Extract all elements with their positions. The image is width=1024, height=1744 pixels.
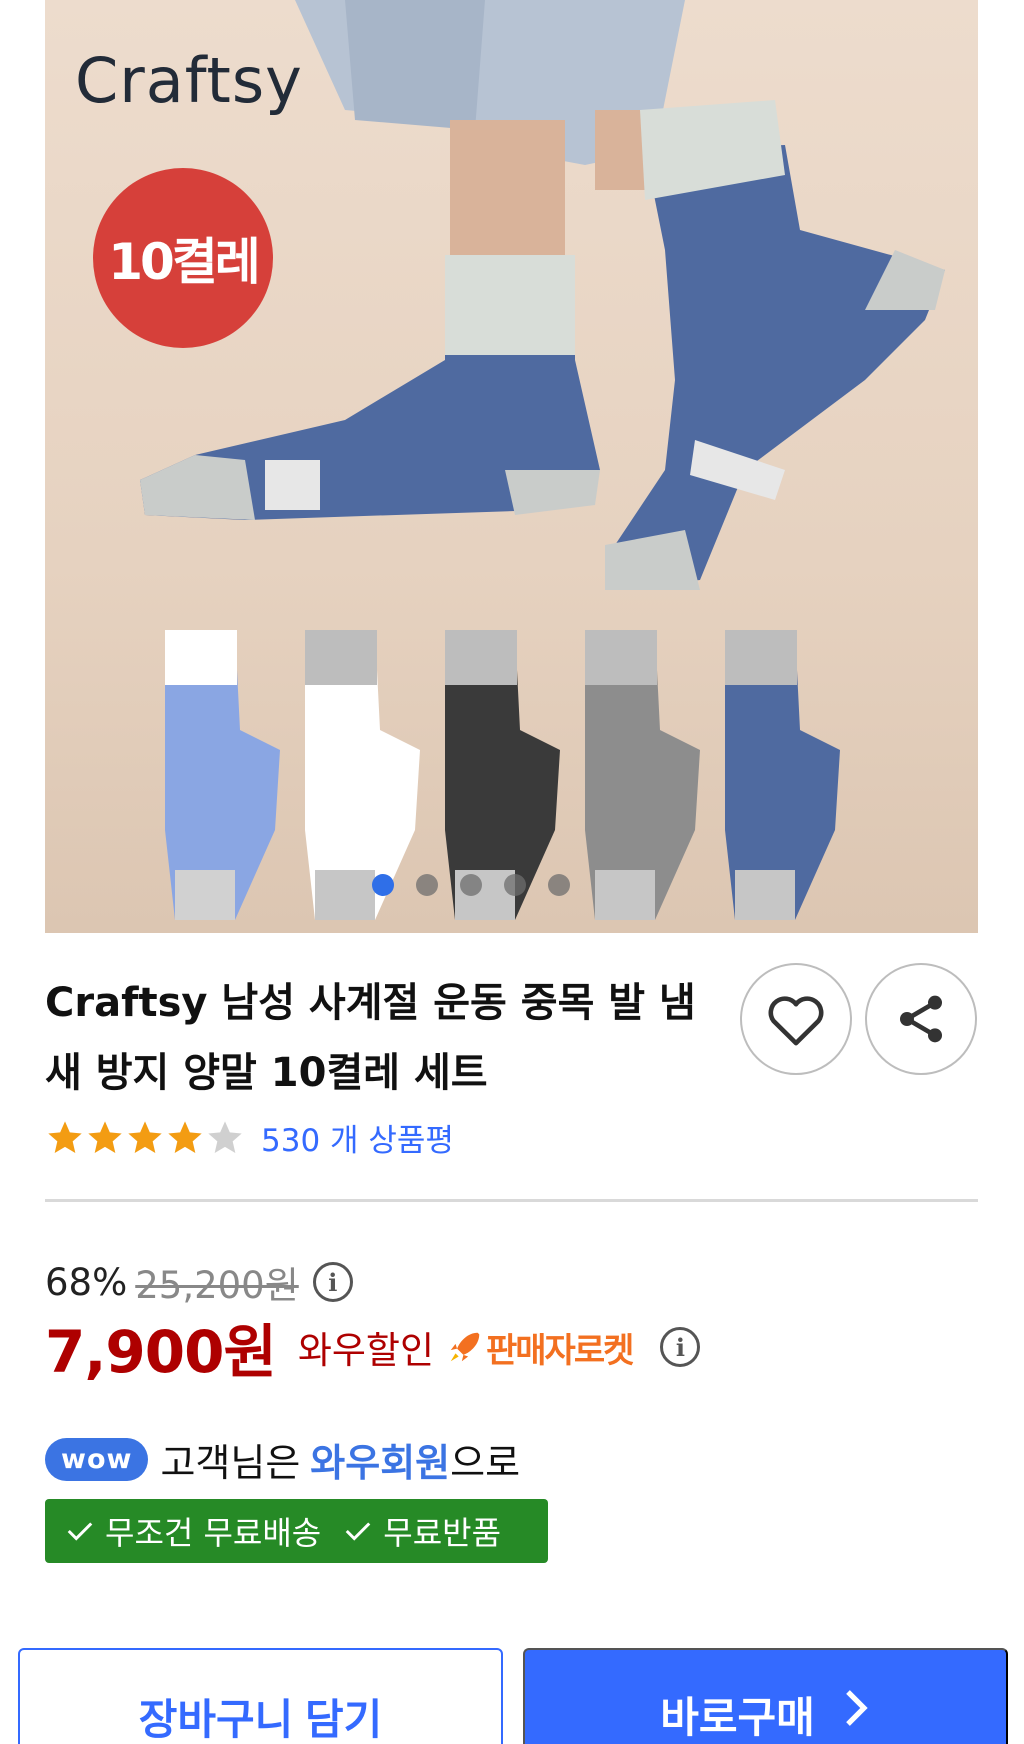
- star-rating: [45, 1118, 245, 1158]
- original-price: 25,200원: [135, 1264, 299, 1307]
- buy-button-label: 바로구매: [660, 1694, 815, 1741]
- carousel-dot[interactable]: [503, 874, 526, 896]
- chevron-right-icon: [845, 1690, 868, 1726]
- wow-badge: wow: [45, 1438, 149, 1481]
- sale-price: 7,900원: [45, 1318, 277, 1386]
- product-image[interactable]: Craftsy 10켤레: [45, 0, 978, 933]
- check-icon: [345, 1522, 371, 1541]
- review-count-link[interactable]: 530 개 상품평: [261, 1115, 454, 1160]
- benefit-free-shipping: 무조건 무료배송: [105, 1514, 322, 1552]
- star-icon: [168, 1120, 202, 1153]
- wow-text-after: 으로: [450, 1441, 521, 1485]
- carousel-dot-active[interactable]: [371, 874, 394, 896]
- price-row: 7,900원 와우할인 판매자로켓 i: [45, 1305, 701, 1389]
- buy-now-button[interactable]: 바로구매: [523, 1648, 1008, 1744]
- add-to-cart-button[interactable]: 장바구니 담기: [18, 1648, 503, 1744]
- carousel-indicator: [45, 874, 937, 896]
- discount-rate: 68%: [45, 1260, 128, 1304]
- star-icon: [48, 1120, 82, 1153]
- wow-text-before: 고객님은: [160, 1441, 301, 1485]
- info-icon[interactable]: i: [660, 1327, 701, 1367]
- rating-row[interactable]: 530 개 상품평: [45, 1115, 454, 1160]
- product-title: Craftsy 남성 사계절 운동 중목 발 냄새 방지 양말 10켤레 세트: [45, 980, 696, 1096]
- carousel-dot[interactable]: [459, 874, 482, 896]
- pack-count-badge: 10켤레: [93, 168, 273, 348]
- wow-discount-label: 와우할인: [297, 1329, 434, 1372]
- benefit-banner: 무조건 무료배송 무료반품: [45, 1499, 548, 1563]
- star-icon: [128, 1120, 162, 1153]
- section-divider: [45, 1199, 978, 1202]
- carousel-dot[interactable]: [547, 874, 570, 896]
- star-icon: [208, 1120, 242, 1153]
- wow-membership-row: wow 고객님은 와우회원 으로: [45, 1432, 520, 1487]
- heart-icon: [768, 996, 824, 1046]
- star-icon: [88, 1120, 122, 1153]
- wow-member-text: 와우회원: [310, 1441, 451, 1485]
- discount-row: 68% 25,200원 i: [45, 1255, 353, 1309]
- carousel-dot[interactable]: [415, 874, 438, 896]
- brand-logo: Craftsy: [75, 44, 303, 117]
- product-photo-illustration: [140, 0, 945, 920]
- seller-rocket-label: 판매자로켓: [486, 1330, 634, 1371]
- wishlist-button[interactable]: [740, 963, 852, 1075]
- rocket-icon: [450, 1332, 480, 1362]
- share-icon: [900, 995, 942, 1043]
- benefit-free-return: 무료반품: [383, 1514, 502, 1552]
- check-icon: [67, 1522, 93, 1541]
- info-icon[interactable]: i: [312, 1262, 353, 1302]
- cart-button-label: 장바구니 담기: [138, 1696, 383, 1743]
- share-button[interactable]: [865, 963, 977, 1075]
